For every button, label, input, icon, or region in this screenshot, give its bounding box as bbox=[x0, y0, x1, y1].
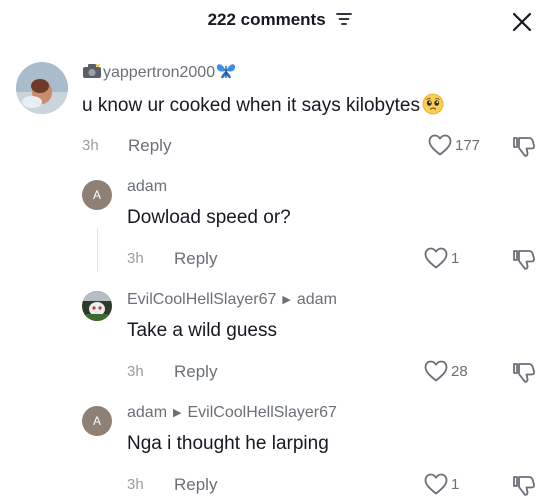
filter-icon[interactable] bbox=[336, 12, 353, 26]
avatar[interactable]: A bbox=[82, 406, 112, 436]
dislike-icon[interactable] bbox=[512, 134, 536, 158]
reply-to-username[interactable]: EvilCoolHellSlayer67 bbox=[188, 404, 337, 421]
comments-header: 222 comments bbox=[0, 0, 560, 44]
reply-button[interactable]: Reply bbox=[174, 362, 217, 382]
like-button[interactable]: 1 bbox=[424, 247, 459, 269]
comment-text: u know ur cooked when it says kilobytes bbox=[82, 93, 444, 117]
reply-username[interactable]: adam bbox=[127, 178, 167, 196]
username-text: adam bbox=[127, 404, 168, 421]
like-button[interactable]: 1 bbox=[424, 473, 459, 495]
like-button[interactable]: 177 bbox=[428, 134, 480, 156]
avatar-image bbox=[82, 291, 112, 321]
username-text: adam bbox=[127, 178, 168, 195]
heart-icon bbox=[428, 134, 452, 156]
reply-to-arrow-icon: ▶ bbox=[173, 407, 182, 419]
like-count: 1 bbox=[451, 475, 460, 493]
avatar-letter: A bbox=[92, 414, 101, 428]
reply-button[interactable]: Reply bbox=[174, 249, 217, 269]
reply-button[interactable]: Reply bbox=[174, 475, 217, 495]
butterfly-emoji bbox=[216, 64, 236, 79]
reply-username[interactable]: adam ▶ EvilCoolHellSlayer67 bbox=[127, 404, 337, 422]
thread-line bbox=[97, 228, 98, 272]
reply-timestamp: 3h bbox=[127, 476, 144, 493]
reply-timestamp: 3h bbox=[127, 250, 144, 267]
like-button[interactable]: 28 bbox=[424, 360, 468, 382]
like-count: 28 bbox=[451, 362, 468, 380]
close-icon[interactable] bbox=[508, 8, 536, 36]
reply-timestamp: 3h bbox=[127, 363, 144, 380]
pleading-face-emoji bbox=[422, 93, 444, 115]
heart-icon bbox=[424, 473, 448, 495]
avatar[interactable]: A bbox=[82, 180, 112, 210]
dislike-icon[interactable] bbox=[512, 247, 536, 271]
reply-button[interactable]: Reply bbox=[128, 136, 171, 156]
dislike-icon[interactable] bbox=[512, 473, 536, 497]
avatar[interactable] bbox=[82, 291, 112, 321]
reply-to-username[interactable]: adam bbox=[297, 291, 337, 308]
like-count: 177 bbox=[455, 136, 481, 154]
camera-emoji bbox=[83, 63, 101, 78]
dislike-icon[interactable] bbox=[512, 360, 536, 384]
avatar-image bbox=[16, 62, 68, 114]
reply-text: Take a wild guess bbox=[127, 320, 277, 341]
heart-icon bbox=[424, 360, 448, 382]
reply-text: Nga i thought he larping bbox=[127, 433, 329, 454]
avatar[interactable] bbox=[16, 62, 68, 114]
comments-count-title[interactable]: 222 comments bbox=[0, 10, 560, 30]
username-text: EvilCoolHellSlayer67 bbox=[127, 291, 277, 308]
like-count: 1 bbox=[451, 249, 460, 267]
reply-username[interactable]: EvilCoolHellSlayer67 ▶ adam bbox=[127, 291, 337, 309]
comment-text-content: u know ur cooked when it says kilobytes bbox=[82, 95, 420, 116]
avatar-letter: A bbox=[92, 188, 101, 202]
comment-timestamp: 3h bbox=[82, 137, 99, 154]
reply-text: Dowload speed or? bbox=[127, 207, 291, 228]
reply-to-arrow-icon: ▶ bbox=[282, 294, 291, 306]
username-text: yappertron2000 bbox=[103, 64, 216, 81]
comment-username[interactable]: yappertron2000 bbox=[82, 62, 236, 82]
comments-count-label: 222 comments bbox=[207, 10, 326, 29]
heart-icon bbox=[424, 247, 448, 269]
